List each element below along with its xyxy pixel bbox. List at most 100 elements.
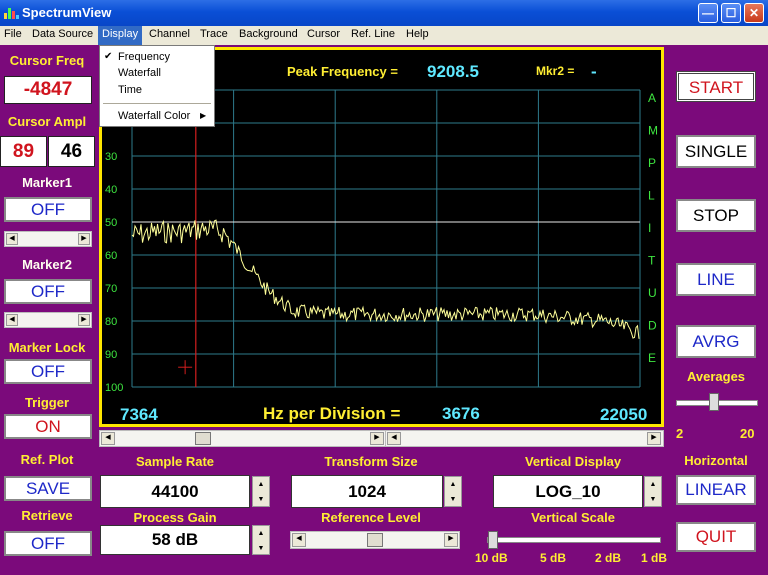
submenu-arrow-icon: ▶ — [200, 111, 207, 120]
transform-size-spinner[interactable]: ▲ ▼ — [444, 476, 462, 507]
marker1-scrollbar[interactable]: ◀ ▶ — [4, 231, 92, 247]
sample-rate-label: Sample Rate — [135, 454, 215, 469]
vertical-scale-slider[interactable] — [488, 531, 498, 549]
transform-size-field[interactable]: 1024 — [291, 475, 443, 508]
sample-rate-spinner[interactable]: ▲ ▼ — [252, 476, 270, 507]
y-tick-label: 80 — [105, 316, 117, 328]
y-tick-label: 70 — [105, 283, 117, 295]
dropdown-item-frequency[interactable]: Frequency — [118, 51, 170, 63]
spin-down-icon[interactable]: ▼ — [253, 492, 269, 507]
scroll-left-icon[interactable]: ◀ — [6, 314, 18, 326]
sample-rate-field[interactable]: 44100 — [100, 475, 250, 508]
process-gain-spinner[interactable]: ▲ ▼ — [252, 525, 270, 555]
horizontal-label: Horizontal — [684, 453, 748, 468]
menu-ref-line[interactable]: Ref. Line — [351, 28, 395, 40]
dropdown-item-waterfall[interactable]: Waterfall — [118, 67, 161, 79]
vertical-display-label: Vertical Display — [524, 454, 622, 469]
menu-bar: File Data Source Display Channel Trace B… — [0, 26, 768, 45]
averages-slider[interactable] — [709, 393, 719, 411]
spin-down-icon[interactable]: ▼ — [253, 541, 269, 556]
marker-lock-button[interactable]: OFF — [4, 359, 92, 384]
amplitude-label-letter: P — [648, 156, 656, 170]
marker2-label: Marker2 — [22, 257, 72, 272]
scroll-right-icon[interactable]: ▶ — [647, 432, 661, 445]
amplitude-label-letter: U — [648, 286, 657, 300]
menu-help[interactable]: Help — [406, 28, 429, 40]
peak-frequency-label: Peak Frequency = — [287, 64, 398, 79]
scroll-left-icon[interactable]: ◀ — [292, 533, 306, 547]
scroll-left-icon[interactable]: ◀ — [6, 233, 18, 245]
scale-tick-5db: 5 dB — [540, 551, 567, 565]
avrg-button[interactable]: AVRG — [676, 325, 756, 358]
menu-data-source[interactable]: Data Source — [32, 28, 93, 40]
scale-tick-1db: 1 dB — [641, 551, 668, 565]
dropdown-separator — [103, 103, 211, 104]
averages-min-label: 2 — [676, 426, 684, 441]
reference-level-thumb[interactable] — [367, 533, 383, 547]
scroll-left-icon[interactable]: ◀ — [387, 432, 401, 445]
menu-trace[interactable]: Trace — [200, 28, 228, 40]
amplitude-label-letter: L — [648, 189, 655, 203]
quit-button[interactable]: QUIT — [676, 522, 756, 552]
scroll-left-icon[interactable]: ◀ — [101, 432, 115, 445]
menu-cursor[interactable]: Cursor — [307, 28, 340, 40]
scroll-right-icon[interactable]: ▶ — [444, 533, 458, 547]
vertical-display-field[interactable]: LOG_10 — [493, 475, 643, 508]
menu-channel[interactable]: Channel — [149, 28, 190, 40]
cursor-ampl-value-2: 46 — [48, 136, 95, 167]
spin-down-icon[interactable]: ▼ — [645, 492, 661, 507]
reference-level-scrollbar[interactable]: ◀ ▶ — [290, 531, 460, 549]
app-icon — [4, 6, 19, 19]
averages-max-label: 20 — [740, 426, 755, 441]
scroll-thumb[interactable] — [195, 432, 211, 445]
trigger-button[interactable]: ON — [4, 414, 92, 439]
line-button[interactable]: LINE — [676, 263, 756, 296]
peak-frequency-value: 9208.5 — [427, 62, 479, 81]
cursor-ampl-value-1: 89 — [0, 136, 47, 167]
save-button[interactable]: SAVE — [4, 476, 92, 501]
reference-level-label: Reference Level — [321, 510, 421, 525]
marker2-scrollbar[interactable]: ◀ ▶ — [4, 312, 92, 328]
marker-lock-label: Marker Lock — [8, 340, 86, 355]
menu-display[interactable]: Display — [98, 26, 143, 45]
marker1-button[interactable]: OFF — [4, 197, 92, 222]
window-title: SpectrumView — [22, 5, 112, 20]
scroll-right-icon[interactable]: ▶ — [78, 233, 90, 245]
display-dropdown: ✔ Frequency Waterfall Time Waterfall Col… — [99, 45, 215, 127]
dropdown-item-waterfall-color[interactable]: Waterfall Color — [118, 110, 190, 122]
mkr2-label: Mkr2 = — [536, 64, 575, 78]
dropdown-item-time[interactable]: Time — [118, 84, 142, 96]
start-button[interactable]: START — [676, 71, 756, 102]
spin-down-icon[interactable]: ▼ — [445, 492, 461, 507]
spin-up-icon[interactable]: ▲ — [253, 526, 269, 541]
plot-scrollbar-right[interactable]: ◀ ▶ — [385, 430, 664, 447]
averages-label: Averages — [686, 369, 746, 384]
spin-up-icon[interactable]: ▲ — [645, 477, 661, 492]
menu-file[interactable]: File — [4, 28, 22, 40]
y-tick-label: 40 — [105, 184, 117, 196]
retrieve-label: Retrieve — [21, 508, 73, 523]
minimize-button[interactable]: — — [698, 3, 718, 23]
scroll-right-icon[interactable]: ▶ — [370, 432, 384, 445]
hz-per-division-label: Hz per Division = — [263, 404, 401, 423]
amplitude-label-letter: I — [648, 221, 651, 235]
retrieve-button[interactable]: OFF — [4, 531, 92, 556]
plot-scrollbar-left[interactable]: ◀ ▶ — [99, 430, 386, 447]
close-button[interactable]: ✕ — [744, 3, 764, 23]
spin-up-icon[interactable]: ▲ — [445, 477, 461, 492]
process-gain-field[interactable]: 58 dB — [100, 525, 250, 555]
scroll-right-icon[interactable]: ▶ — [78, 314, 90, 326]
menu-background[interactable]: Background — [239, 28, 298, 40]
stop-button[interactable]: STOP — [676, 199, 756, 232]
amplitude-label-letter: E — [648, 351, 656, 365]
amplitude-label-letter: M — [648, 124, 658, 138]
spin-up-icon[interactable]: ▲ — [253, 477, 269, 492]
y-tick-label: 100 — [105, 382, 123, 394]
single-button[interactable]: SINGLE — [676, 135, 756, 168]
scale-tick-10db: 10 dB — [475, 551, 508, 565]
horizontal-button[interactable]: LINEAR — [676, 475, 756, 505]
vertical-display-spinner[interactable]: ▲ ▼ — [644, 476, 662, 507]
maximize-button[interactable]: ☐ — [721, 3, 741, 23]
amplitude-label-letter: T — [648, 254, 656, 268]
marker2-button[interactable]: OFF — [4, 279, 92, 304]
